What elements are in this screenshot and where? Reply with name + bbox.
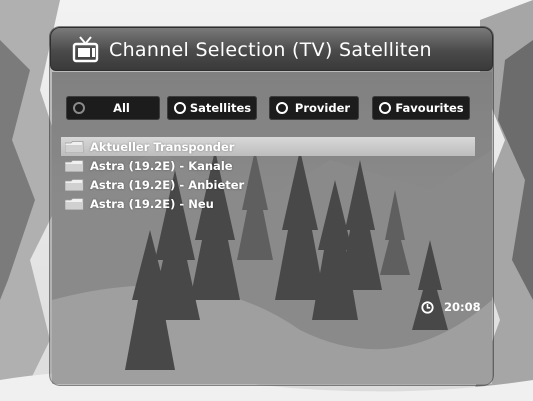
clock-display: 20:08: [421, 299, 481, 315]
folder-icon: [65, 178, 84, 191]
list-item-label: Aktueller Transponder: [90, 139, 235, 154]
clock-icon: [421, 300, 434, 314]
clock-time: 20:08: [444, 300, 481, 314]
title-bar: Channel Selection (TV) Satelliten: [50, 27, 493, 71]
radio-icon: [379, 102, 391, 114]
folder-icon: [65, 197, 84, 210]
list-item-label: Astra (19.2E) - Neu: [90, 196, 214, 211]
filter-satellites-button[interactable]: Satellites: [167, 96, 257, 120]
radio-icon: [276, 102, 288, 114]
window-title: Channel Selection (TV) Satelliten: [109, 39, 432, 61]
bouquet-list: Aktueller Transponder Astra (19.2E) - Ka…: [61, 137, 475, 213]
list-item[interactable]: Aktueller Transponder: [61, 137, 475, 156]
radio-icon: [174, 102, 186, 114]
folder-icon: [65, 159, 84, 172]
filter-all-label: All: [113, 101, 130, 115]
list-item-label: Astra (19.2E) - Kanale: [90, 158, 233, 173]
list-item[interactable]: Astra (19.2E) - Anbieter: [61, 175, 475, 194]
radio-icon: [73, 102, 85, 114]
filter-provider-label: Provider: [294, 101, 351, 115]
list-item-label: Astra (19.2E) - Anbieter: [90, 177, 245, 192]
list-item[interactable]: Astra (19.2E) - Neu: [61, 194, 475, 213]
filter-favourites-label: Favourites: [395, 101, 464, 115]
filter-all-button[interactable]: All: [66, 96, 160, 120]
tv-icon: [72, 36, 99, 63]
channel-selection-dialog: Channel Selection (TV) Satelliten All Sa…: [50, 27, 493, 385]
filter-satellites-label: Satellites: [189, 101, 252, 115]
filter-favourites-button[interactable]: Favourites: [372, 96, 470, 120]
folder-icon: [65, 140, 84, 153]
list-item[interactable]: Astra (19.2E) - Kanale: [61, 156, 475, 175]
filter-provider-button[interactable]: Provider: [269, 96, 359, 120]
